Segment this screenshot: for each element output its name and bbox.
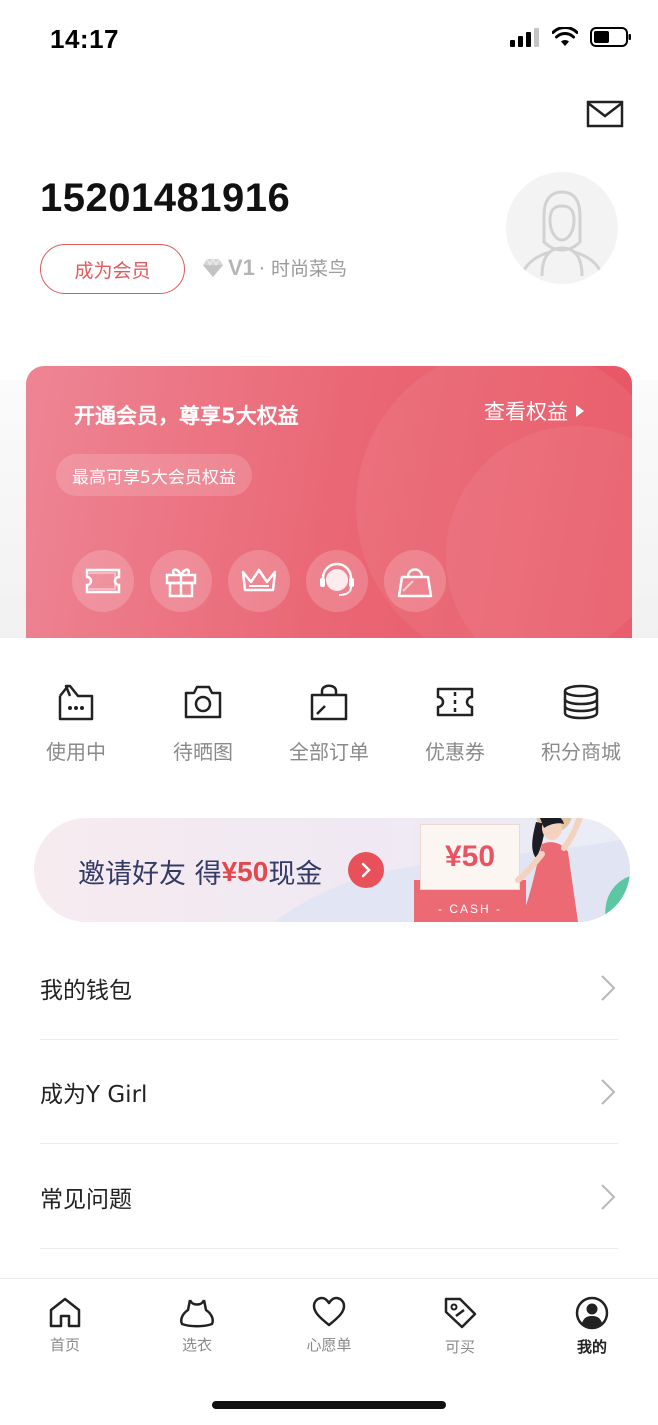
cellular-signal-icon xyxy=(510,28,539,47)
user-icon xyxy=(575,1296,609,1330)
heart-icon xyxy=(312,1296,346,1327)
benefits-pill: 最高可享5大会员权益 xyxy=(56,454,252,496)
user-phone: 15201481916 xyxy=(40,176,291,220)
tab-label: 心愿单 xyxy=(306,1336,352,1354)
box-dots-icon xyxy=(58,684,94,721)
diamond-icon xyxy=(203,257,223,277)
default-avatar-icon xyxy=(518,190,606,284)
ticket-icon xyxy=(85,568,121,594)
view-benefits-link[interactable]: 查看权益 xyxy=(484,396,584,426)
gift-icon xyxy=(165,568,197,598)
shortcut-label: 积分商城 xyxy=(541,740,621,764)
menu-item-wallet[interactable]: 我的钱包 xyxy=(40,936,618,1040)
tab-label: 我的 xyxy=(576,1338,607,1356)
menu-item-label: 我的钱包 xyxy=(40,977,132,1004)
chevron-right-icon xyxy=(601,1183,616,1210)
wifi-icon xyxy=(552,27,578,46)
shortcut-all-orders[interactable]: 全部订单 xyxy=(274,680,384,765)
status-time: 14:17 xyxy=(50,24,119,54)
benefit-crown[interactable] xyxy=(228,550,290,612)
chevron-right-icon xyxy=(601,1078,616,1105)
tab-label: 首页 xyxy=(49,1336,80,1354)
messages-button[interactable] xyxy=(586,100,624,128)
benefits-pill-text: 最高可享5大会员权益 xyxy=(72,467,236,488)
shopping-bag-icon xyxy=(397,568,433,598)
menu-item-label: 成为Y Girl xyxy=(40,1081,148,1108)
mail-icon xyxy=(586,100,624,128)
tab-home[interactable]: 首页 xyxy=(25,1296,105,1355)
shortcut-coupons[interactable]: 优惠券 xyxy=(400,680,510,765)
tab-label: 选衣 xyxy=(181,1336,212,1354)
crown-icon xyxy=(241,568,277,592)
avatar[interactable] xyxy=(506,172,618,284)
level-code: V1 xyxy=(228,254,255,280)
menu-item-label: 常见问题 xyxy=(40,1186,132,1213)
invite-arrow-button[interactable] xyxy=(348,852,384,888)
shortcut-label: 待晒图 xyxy=(173,740,233,764)
member-card[interactable]: 开通会员，尊享5大权益 查看权益 最高可享5大会员权益 xyxy=(26,366,632,641)
home-indicator[interactable] xyxy=(212,1401,446,1409)
invite-text-prefix: 邀请好友 得 xyxy=(78,859,222,890)
level-name: · 时尚菜鸟 xyxy=(258,258,348,280)
caret-right-icon xyxy=(576,405,584,417)
coins-icon xyxy=(563,684,599,720)
view-benefits-label: 查看权益 xyxy=(484,400,568,424)
dress-icon xyxy=(180,1299,214,1328)
battery-icon xyxy=(590,27,631,47)
tab-me[interactable]: 我的 xyxy=(552,1296,632,1357)
tab-buyable[interactable]: 可买 xyxy=(420,1296,500,1357)
invite-text-suffix: 现金 xyxy=(268,859,323,890)
status-icons xyxy=(510,26,632,48)
menu-item-faq[interactable]: 常见问题 xyxy=(40,1145,618,1249)
benefit-service[interactable] xyxy=(306,550,368,612)
shortcut-label: 使用中 xyxy=(46,740,106,764)
chevron-right-icon xyxy=(361,862,371,878)
service-icon xyxy=(320,562,354,596)
menu-item-y-girl[interactable]: 成为Y Girl xyxy=(40,1040,618,1144)
benefit-gift[interactable] xyxy=(150,550,212,612)
coupon-icon xyxy=(436,687,474,717)
chevron-right-icon xyxy=(601,974,616,1001)
camera-icon xyxy=(184,685,222,719)
shortcut-in-use[interactable]: 使用中 xyxy=(21,680,131,765)
invite-amount: ¥50 xyxy=(221,855,269,887)
shortcut-label: 优惠券 xyxy=(425,740,485,764)
shortcut-photos[interactable]: 待晒图 xyxy=(148,680,258,765)
shortcut-points-mall[interactable]: 积分商城 xyxy=(526,680,636,765)
card-title: 开通会员，尊享5大权益 xyxy=(74,404,299,428)
invite-banner[interactable]: 邀请好友 得 ¥50 现金 ¥50 - CASH - xyxy=(34,818,630,922)
become-member-button[interactable]: 成为会员 xyxy=(40,244,185,294)
shortcut-label: 全部订单 xyxy=(289,740,369,764)
invite-text: 邀请好友 得 ¥50 现金 xyxy=(78,852,322,891)
tab-label: 可买 xyxy=(444,1338,475,1356)
bag-icon xyxy=(310,684,348,721)
benefit-ticket[interactable] xyxy=(72,550,134,612)
become-member-label: 成为会员 xyxy=(74,259,151,282)
benefit-bag[interactable] xyxy=(384,550,446,612)
home-icon xyxy=(49,1297,81,1328)
tab-dress[interactable]: 选衣 xyxy=(157,1296,237,1355)
tab-wishlist[interactable]: 心愿单 xyxy=(289,1296,369,1355)
member-level[interactable]: V1 · 时尚菜鸟 xyxy=(202,254,347,281)
tag-icon xyxy=(444,1297,477,1329)
girl-illustration xyxy=(515,818,630,922)
